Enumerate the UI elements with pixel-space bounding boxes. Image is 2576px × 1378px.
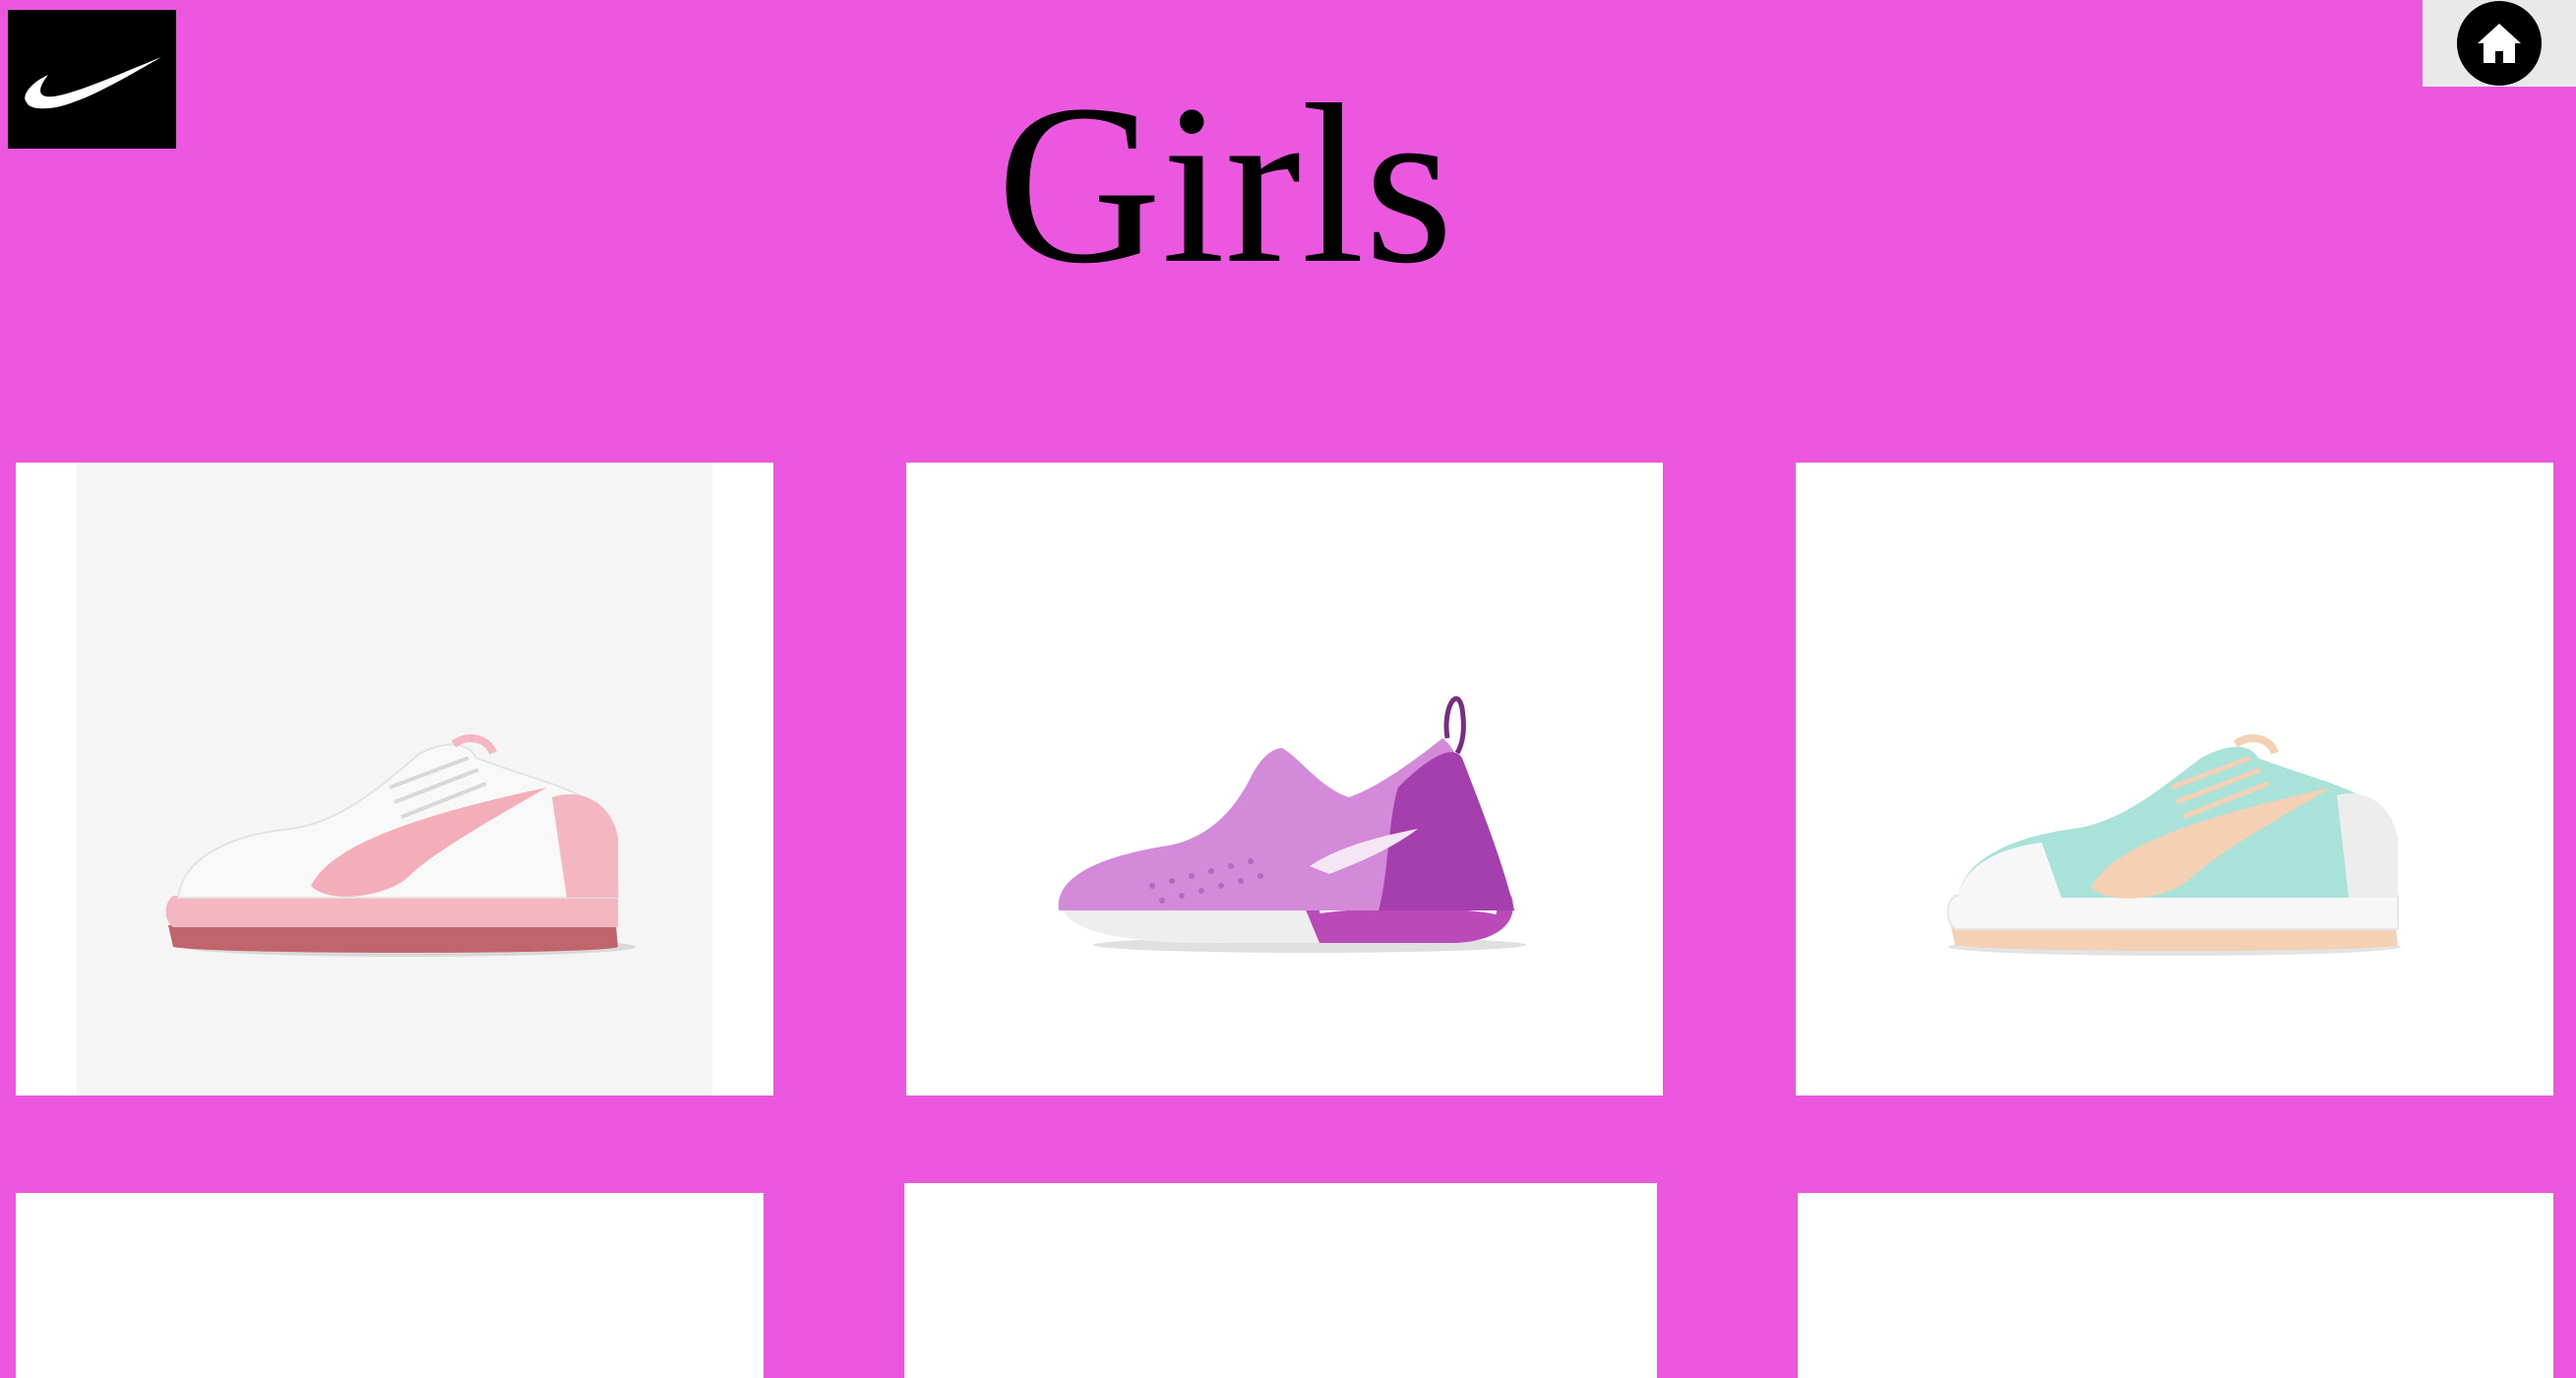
home-icon	[2478, 24, 2521, 63]
shoe-purple-image	[906, 463, 1663, 1096]
page: Girls	[0, 0, 2576, 1378]
home-button[interactable]	[2457, 1, 2542, 86]
shoe-mint-peach-image	[1796, 463, 2553, 1096]
product-card-shoe-purple[interactable]	[906, 463, 1663, 1096]
page-title: Girls	[997, 58, 1453, 311]
product-card-4[interactable]	[16, 1193, 764, 1378]
product-card-6[interactable]	[1798, 1193, 2553, 1378]
product-card-5[interactable]	[904, 1183, 1657, 1378]
product-card-shoe-white-pink[interactable]	[16, 463, 773, 1096]
product-card-shoe-mint-peach[interactable]	[1796, 463, 2553, 1096]
shoe-white-pink-image	[16, 463, 773, 1096]
